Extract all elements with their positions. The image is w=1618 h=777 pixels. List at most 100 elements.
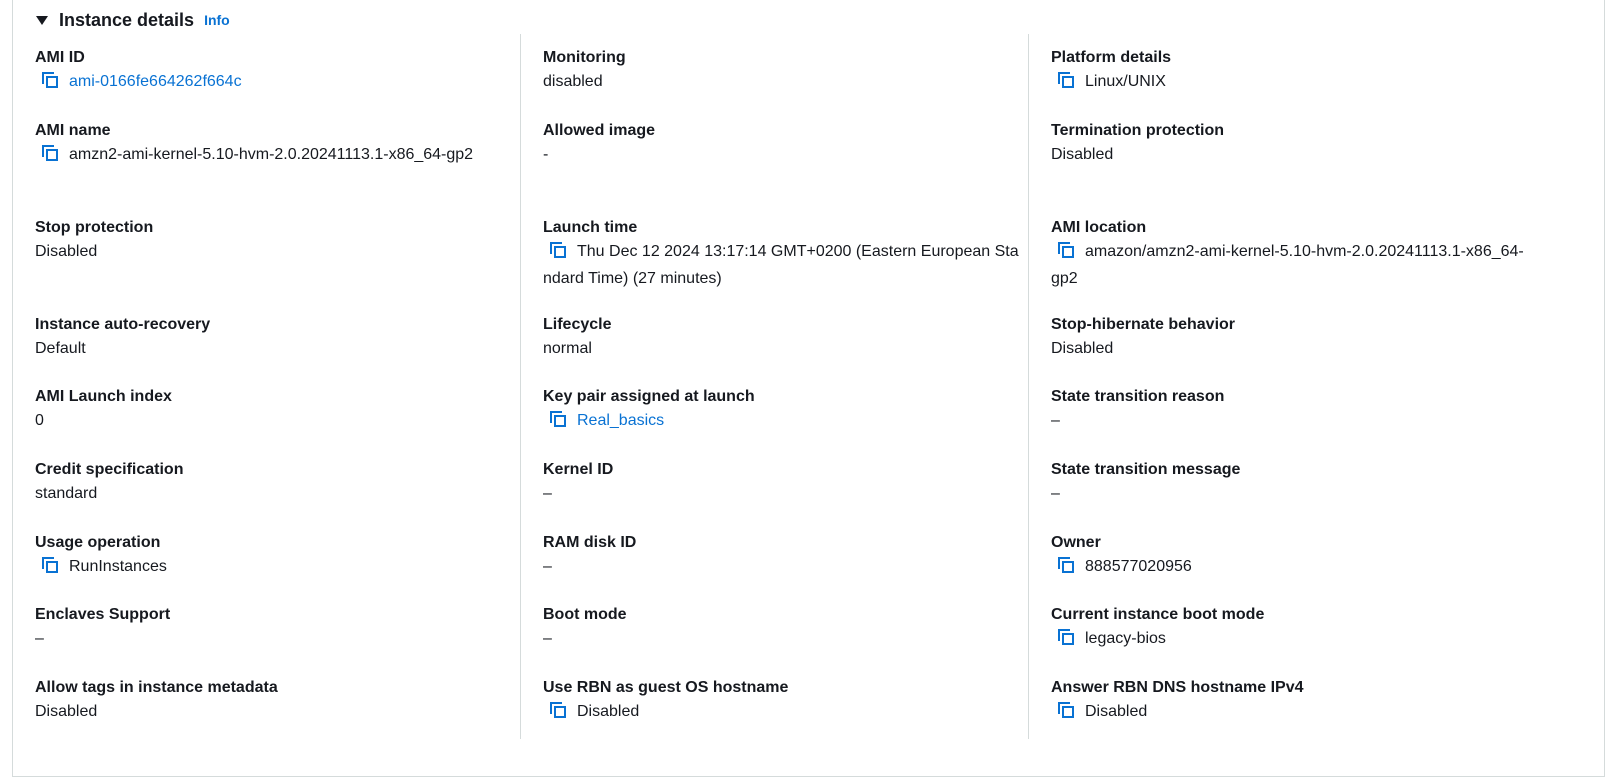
detail-value-text: – bbox=[543, 558, 552, 575]
detail-value: RunInstances bbox=[35, 555, 515, 582]
detail-label: Lifecycle bbox=[543, 316, 612, 333]
detail-label: Key pair assigned at launch bbox=[543, 388, 755, 405]
detail-value-text: Disabled bbox=[35, 703, 98, 720]
detail-field: Allowed image - bbox=[543, 119, 1023, 167]
detail-value-text: – bbox=[543, 485, 552, 502]
detail-value: Disabled bbox=[35, 700, 515, 724]
detail-value: amzn2-ami-kernel-5.10-hvm-2.0.20241113.1… bbox=[35, 143, 515, 170]
detail-field: State transition message – bbox=[1051, 458, 1531, 506]
detail-field: Instance auto-recovery Default bbox=[35, 313, 515, 361]
detail-label: Allowed image bbox=[543, 122, 656, 139]
detail-value: 888577020956 bbox=[1051, 555, 1531, 582]
detail-label: Stop-hibernate behavior bbox=[1051, 316, 1236, 333]
detail-value: Disabled bbox=[543, 700, 1023, 727]
info-link[interactable]: Info bbox=[204, 12, 230, 28]
detail-field: Kernel ID – bbox=[543, 458, 1023, 506]
copy-icon[interactable] bbox=[1057, 701, 1075, 727]
detail-value-text: legacy-bios bbox=[1085, 630, 1166, 647]
copy-icon[interactable] bbox=[1057, 241, 1075, 267]
detail-field: Stop-hibernate behavior Disabled bbox=[1051, 313, 1531, 361]
detail-value-text: Default bbox=[35, 340, 86, 357]
detail-field: Owner 888577020956 bbox=[1051, 531, 1531, 582]
copy-icon[interactable] bbox=[41, 71, 59, 97]
detail-value: standard bbox=[35, 482, 515, 506]
detail-label: Monitoring bbox=[543, 49, 626, 66]
detail-label: Kernel ID bbox=[543, 461, 614, 478]
detail-label: State transition message bbox=[1051, 461, 1241, 478]
detail-value-text: Disabled bbox=[577, 703, 640, 720]
detail-value: Disabled bbox=[35, 240, 515, 264]
detail-field: Usage operation RunInstances bbox=[35, 531, 515, 582]
copy-icon[interactable] bbox=[549, 701, 567, 727]
detail-label: Credit specification bbox=[35, 461, 184, 478]
detail-value: 0 bbox=[35, 409, 515, 433]
detail-field: AMI location amazon/amzn2-ami-kernel-5.10… bbox=[1051, 216, 1531, 291]
details-grid: AMI ID ami-0166fe664262f664c AMI name amzn2… bbox=[12, 34, 1605, 739]
detail-value-text: – bbox=[1051, 485, 1060, 502]
detail-field: AMI ID ami-0166fe664262f664c bbox=[35, 46, 515, 97]
copy-icon[interactable] bbox=[549, 241, 567, 267]
detail-label: AMI Launch index bbox=[35, 388, 172, 405]
detail-value-text: Disabled bbox=[1051, 146, 1114, 163]
section-title[interactable]: Instance details bbox=[59, 10, 194, 31]
detail-value[interactable]: ami-0166fe664262f664c bbox=[35, 70, 515, 97]
detail-value: Linux/UNIX bbox=[1051, 70, 1531, 97]
detail-field: Monitoring disabled bbox=[543, 46, 1023, 94]
detail-value: legacy-bios bbox=[1051, 627, 1531, 654]
detail-value: normal bbox=[543, 337, 1023, 361]
detail-value: – bbox=[35, 627, 515, 651]
copy-icon[interactable] bbox=[1057, 628, 1075, 654]
detail-value: Disabled bbox=[1051, 337, 1531, 361]
detail-value-text: – bbox=[35, 630, 44, 647]
detail-value: – bbox=[543, 627, 1023, 651]
caret-down-icon[interactable] bbox=[36, 15, 48, 25]
detail-value: Default bbox=[35, 337, 515, 361]
detail-field: Launch time Thu Dec 12 2024 13:17:14 GMT+… bbox=[543, 216, 1023, 291]
detail-label: AMI name bbox=[35, 122, 111, 139]
detail-field: Key pair assigned at launch Real_basics bbox=[543, 385, 1023, 436]
detail-value: – bbox=[543, 555, 1023, 579]
detail-value-text: Disabled bbox=[1051, 340, 1114, 357]
detail-field: State transition reason – bbox=[1051, 385, 1531, 433]
detail-label: Usage operation bbox=[35, 534, 161, 551]
detail-value-text: amzn2-ami-kernel-5.10-hvm-2.0.20241113.1… bbox=[69, 146, 474, 163]
detail-value-text: standard bbox=[35, 485, 98, 502]
detail-label: RAM disk ID bbox=[543, 534, 637, 551]
detail-label: Allow tags in instance metadata bbox=[35, 679, 278, 696]
details-column-2: Monitoring disabled Allowed image - Launch t… bbox=[520, 34, 1028, 739]
copy-icon[interactable] bbox=[41, 144, 59, 170]
detail-value-text: 0 bbox=[35, 412, 44, 429]
detail-value-link[interactable]: Real_basics bbox=[577, 412, 664, 429]
detail-field: Use RBN as guest OS hostname Disabled bbox=[543, 676, 1023, 727]
detail-field: Current instance boot mode legacy-bios bbox=[1051, 603, 1531, 654]
details-column-1: AMI ID ami-0166fe664262f664c AMI name amzn2… bbox=[12, 34, 520, 739]
detail-value-text: 888577020956 bbox=[1085, 558, 1192, 575]
detail-value-text: Disabled bbox=[35, 243, 98, 260]
detail-value[interactable]: Real_basics bbox=[543, 409, 1023, 436]
detail-field: AMI Launch index 0 bbox=[35, 385, 515, 433]
detail-value-text: amazon/amzn2-ami-kernel-5.10-hvm-2.0.202… bbox=[1051, 243, 1524, 287]
copy-icon[interactable] bbox=[1057, 71, 1075, 97]
detail-field: Termination protection Disabled bbox=[1051, 119, 1531, 167]
detail-value-text: – bbox=[543, 630, 552, 647]
detail-label: Platform details bbox=[1051, 49, 1172, 66]
detail-field: Stop protection Disabled bbox=[35, 216, 515, 264]
detail-value-text: normal bbox=[543, 340, 592, 357]
detail-label: AMI ID bbox=[35, 49, 85, 66]
copy-icon[interactable] bbox=[549, 410, 567, 436]
detail-value: – bbox=[543, 482, 1023, 506]
detail-label: Owner bbox=[1051, 534, 1101, 551]
detail-value-link[interactable]: ami-0166fe664262f664c bbox=[69, 73, 242, 90]
copy-icon[interactable] bbox=[1057, 556, 1075, 582]
detail-field: Boot mode – bbox=[543, 603, 1023, 651]
copy-icon[interactable] bbox=[41, 556, 59, 582]
detail-value: disabled bbox=[543, 70, 1023, 94]
detail-label: AMI location bbox=[1051, 219, 1147, 236]
detail-value-text: Thu Dec 12 2024 13:17:14 GMT+0200 (Easte… bbox=[543, 243, 1019, 287]
detail-field: Allow tags in instance metadata Disabled bbox=[35, 676, 515, 724]
detail-value-text: disabled bbox=[543, 73, 603, 90]
detail-field: Lifecycle normal bbox=[543, 313, 1023, 361]
detail-label: Use RBN as guest OS hostname bbox=[543, 679, 789, 696]
detail-value-text: - bbox=[543, 146, 549, 163]
detail-field: Answer RBN DNS hostname IPv4 Disabled bbox=[1051, 676, 1531, 727]
